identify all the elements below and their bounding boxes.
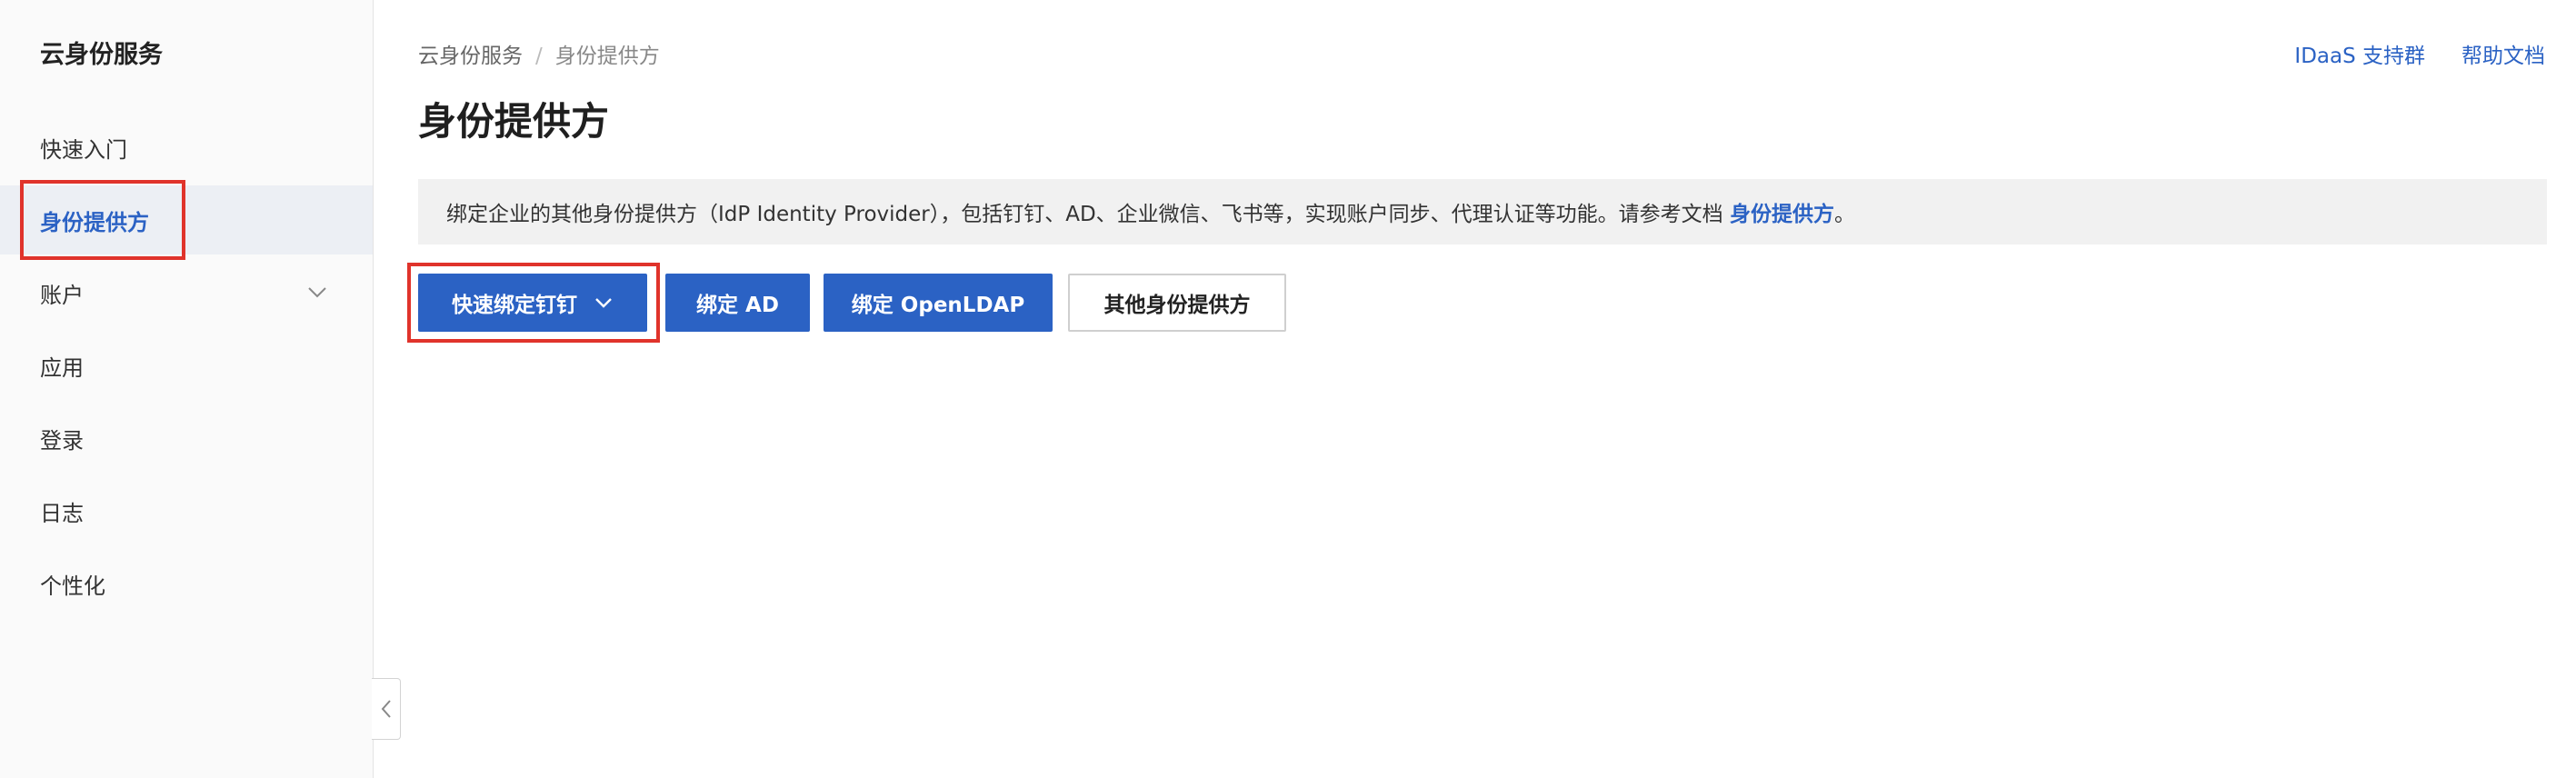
bind-ad-label: 绑定 AD (696, 294, 779, 317)
notice-doc-link[interactable]: 身份提供方 (1730, 203, 1834, 226)
breadcrumb-separator: / (535, 45, 543, 68)
sidebar-title: 云身份服务 (40, 41, 163, 69)
sidebar-item-label: 日志 (40, 500, 84, 526)
main-content: 云身份服务 / 身份提供方 IDaaS 支持群 帮助文档 身份提供方 绑定企业的其他身… (374, 0, 2576, 778)
sidebar-item-label: 应用 (40, 354, 84, 381)
sidebar-item-label: 身份提供方 (40, 209, 149, 235)
breadcrumb: 云身份服务 / 身份提供方 (418, 38, 660, 69)
notice-suffix: 。 (1833, 203, 1855, 226)
sidebar-item-label: 个性化 (40, 573, 105, 599)
bind-openldap-button[interactable]: 绑定 OpenLDAP (824, 274, 1053, 332)
sidebar-item-label: 账户 (40, 282, 84, 308)
other-idp-button[interactable]: 其他身份提供方 (1068, 274, 1286, 332)
info-notice: 绑定企业的其他身份提供方（IdP Identity Provider），包括钉钉… (418, 179, 2547, 244)
breadcrumb-root[interactable]: 云身份服务 (418, 45, 523, 68)
sidebar-item-logs[interactable]: 日志 (0, 476, 373, 545)
help-docs-link[interactable]: 帮助文档 (2461, 45, 2545, 68)
notice-text: 绑定企业的其他身份提供方（IdP Identity Provider），包括钉钉… (446, 196, 1855, 227)
sidebar-item-identity-provider[interactable]: 身份提供方 (0, 185, 373, 254)
page-title: 身份提供方 (418, 99, 610, 144)
sidebar-item-login[interactable]: 登录 (0, 404, 373, 473)
bind-ad-button[interactable]: 绑定 AD (665, 274, 810, 332)
sidebar-item-personalization[interactable]: 个性化 (0, 549, 373, 618)
content-area (408, 357, 2562, 778)
bind-openldap-label: 绑定 OpenLDAP (851, 294, 1025, 317)
notice-body: 绑定企业的其他身份提供方（IdP Identity Provider），包括钉钉… (446, 203, 1730, 226)
sidebar-item-label: 登录 (40, 427, 84, 454)
chevron-down-icon (595, 298, 612, 308)
sidebar: 云身份服务 快速入门 身份提供方 账户 应用 登录 日志 个性化 (0, 0, 374, 778)
chevron-down-icon[interactable] (307, 282, 327, 302)
other-idp-label: 其他身份提供方 (1103, 294, 1251, 317)
sidebar-item-accounts[interactable]: 账户 (0, 258, 373, 327)
support-group-link[interactable]: IDaaS 支持群 (2294, 45, 2425, 68)
breadcrumb-current: 身份提供方 (554, 45, 660, 68)
quick-bind-dingtalk-button[interactable]: 快速绑定钉钉 (418, 274, 647, 332)
quick-bind-dingtalk-label: 快速绑定钉钉 (452, 294, 577, 317)
sidebar-item-label: 快速入门 (40, 136, 127, 163)
sidebar-item-applications[interactable]: 应用 (0, 331, 373, 400)
top-links: IDaaS 支持群 帮助文档 (2258, 38, 2545, 69)
sidebar-item-quickstart[interactable]: 快速入门 (0, 113, 373, 182)
